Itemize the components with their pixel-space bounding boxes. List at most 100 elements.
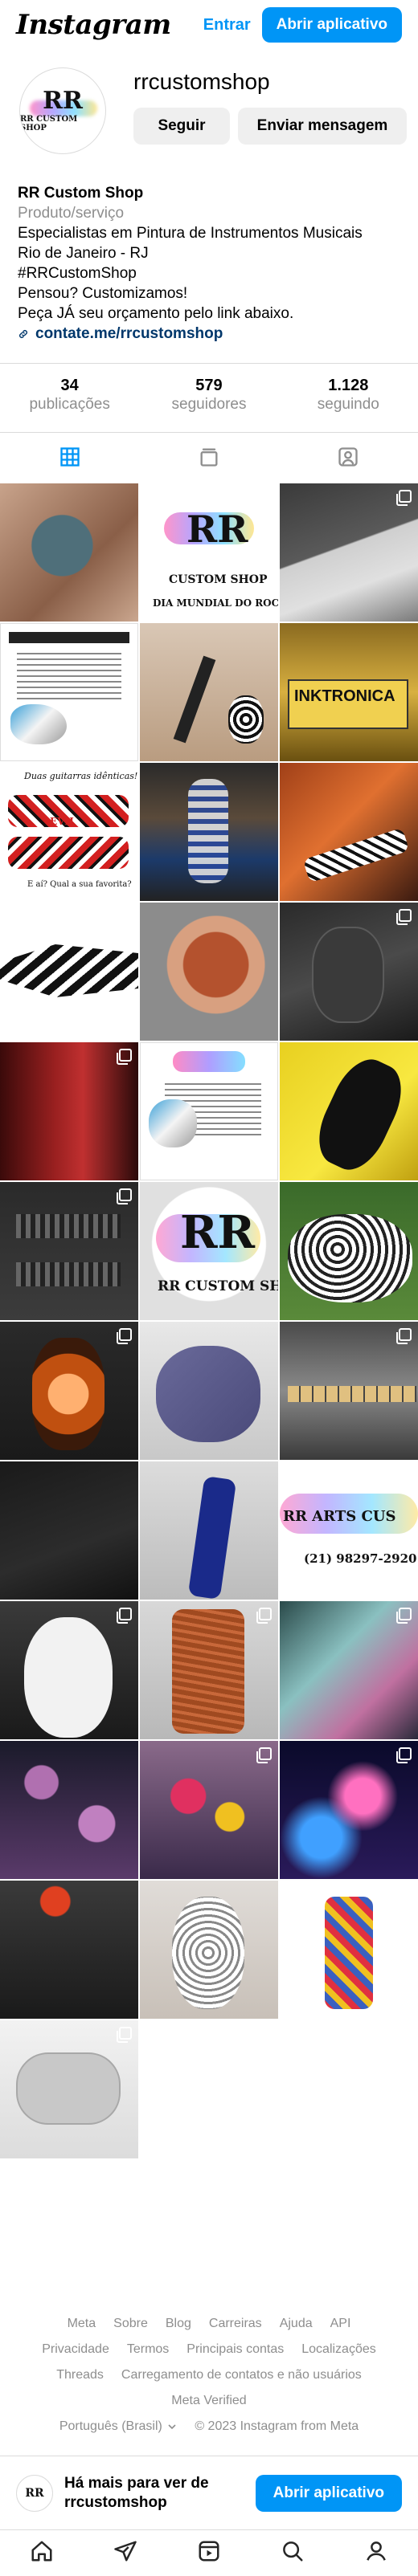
post-tile[interactable] bbox=[280, 763, 418, 901]
post-tile[interactable]: Duas guitarras idênticas! EVH E aí? Qual… bbox=[0, 763, 138, 901]
pickup-shape bbox=[16, 1214, 121, 1238]
search-icon bbox=[283, 2541, 303, 2562]
post-tile[interactable] bbox=[280, 1741, 418, 1879]
top-bar: Instagram Entrar Abrir aplicativo bbox=[0, 0, 418, 50]
footer-link[interactable]: Threads bbox=[56, 2362, 104, 2388]
post-tile[interactable] bbox=[140, 1461, 278, 1600]
message-button[interactable]: Enviar mensagem bbox=[238, 108, 407, 145]
footer-link[interactable]: Carreiras bbox=[209, 2311, 262, 2337]
post-tile[interactable] bbox=[0, 1322, 138, 1460]
footer-link[interactable]: Meta Verified bbox=[171, 2388, 246, 2414]
stat-value: 579 bbox=[195, 377, 223, 394]
banner-open-app-button[interactable]: Abrir aplicativo bbox=[255, 2474, 402, 2512]
footer-link[interactable]: Carregamento de contatos e não usuários bbox=[121, 2362, 362, 2388]
post-tile[interactable] bbox=[0, 1182, 138, 1320]
post-tile[interactable] bbox=[280, 1042, 418, 1180]
post-tile[interactable] bbox=[280, 903, 418, 1041]
post-tile[interactable] bbox=[280, 1182, 418, 1320]
post-tile[interactable]: RR RR CUSTOM SHOP bbox=[140, 1182, 278, 1320]
footer-link[interactable]: API bbox=[330, 2311, 351, 2337]
post-tile[interactable]: RR ARTS CUS (21) 98297-2920 bbox=[280, 1461, 418, 1600]
bottom-nav bbox=[0, 2529, 418, 2576]
post-tile[interactable] bbox=[140, 1741, 278, 1879]
post-tile[interactable] bbox=[280, 1322, 418, 1460]
language-select[interactable]: Português (Brasil) bbox=[59, 2414, 178, 2439]
post-tile[interactable] bbox=[0, 1042, 138, 1180]
profile-stats: 34 publicações 579 seguidores 1.128 segu… bbox=[0, 376, 418, 426]
post-tile[interactable] bbox=[140, 623, 278, 761]
footer-link[interactable]: Localizações bbox=[301, 2337, 376, 2362]
nav-profile[interactable] bbox=[364, 2539, 388, 2567]
carousel-icon bbox=[117, 1049, 132, 1065]
post-tile[interactable] bbox=[0, 1881, 138, 2019]
copyright: © 2023 Instagram from Meta bbox=[195, 2419, 359, 2433]
follow-button[interactable]: Seguir bbox=[133, 108, 230, 145]
post-tile[interactable]: INKTRONICA bbox=[280, 623, 418, 761]
carousel-icon bbox=[396, 1608, 412, 1624]
flyer-header bbox=[173, 1051, 245, 1072]
footer-link[interactable]: Privacidade bbox=[42, 2337, 109, 2362]
carousel-icon bbox=[396, 909, 412, 925]
bio-external-link[interactable]: contate.me/rrcustomshop bbox=[18, 324, 404, 344]
footer-link[interactable]: Blog bbox=[166, 2311, 191, 2337]
post-tile[interactable] bbox=[280, 483, 418, 622]
post-tile[interactable] bbox=[140, 1322, 278, 1460]
post-tile[interactable] bbox=[280, 1881, 418, 2019]
post-tile[interactable] bbox=[0, 623, 138, 761]
instagram-logo[interactable]: Instagram bbox=[16, 9, 171, 41]
send-icon bbox=[114, 2541, 137, 2562]
stat-value: 34 bbox=[60, 377, 79, 394]
post-tile[interactable]: RR CUSTOM SHOP DIA MUNDIAL DO ROCK bbox=[140, 483, 278, 622]
nav-reels[interactable] bbox=[197, 2539, 221, 2567]
post-tile[interactable] bbox=[0, 1741, 138, 1879]
guitar-shape bbox=[228, 695, 264, 744]
posts-grid: RR CUSTOM SHOP DIA MUNDIAL DO ROCK INKTR… bbox=[0, 483, 418, 2158]
login-button[interactable]: Entrar bbox=[203, 16, 251, 35]
grid-icon bbox=[59, 447, 80, 467]
footer-link[interactable]: Principais contas bbox=[186, 2337, 284, 2362]
footer-link[interactable]: Termos bbox=[127, 2337, 169, 2362]
nav-search[interactable] bbox=[281, 2539, 305, 2567]
avatar[interactable]: RR RR CUSTOM SHOP bbox=[19, 67, 106, 154]
post-tile[interactable] bbox=[0, 1461, 138, 1600]
link-icon bbox=[19, 329, 27, 338]
tab-tagged[interactable] bbox=[279, 434, 418, 480]
post-monogram: RR bbox=[186, 507, 248, 551]
home-icon bbox=[31, 2541, 52, 2562]
post-tile[interactable] bbox=[140, 1042, 278, 1180]
carousel-icon bbox=[117, 1188, 132, 1204]
guitar-shape bbox=[8, 837, 129, 869]
footer-link[interactable]: Ajuda bbox=[280, 2311, 313, 2337]
bio-line[interactable]: #RRCustomShop bbox=[18, 263, 404, 283]
post-tile[interactable] bbox=[280, 1601, 418, 1739]
open-app-button[interactable]: Abrir aplicativo bbox=[261, 7, 402, 43]
stat-label: seguidores bbox=[171, 396, 247, 413]
stat-followers[interactable]: 579 seguidores bbox=[139, 376, 278, 426]
profile-icon bbox=[367, 2541, 386, 2561]
footer-link[interactable]: Meta bbox=[68, 2311, 96, 2337]
post-tile[interactable] bbox=[140, 1881, 278, 2019]
post-tile[interactable] bbox=[140, 1601, 278, 1739]
stat-following[interactable]: 1.128 seguindo bbox=[279, 376, 418, 426]
nav-explore[interactable] bbox=[113, 2539, 137, 2567]
post-tile[interactable] bbox=[140, 903, 278, 1041]
banner-avatar: RR bbox=[16, 2474, 53, 2512]
post-tile[interactable] bbox=[140, 763, 278, 901]
bio-link-text[interactable]: contate.me/rrcustomshop bbox=[35, 324, 223, 344]
divider bbox=[0, 363, 418, 364]
post-tile[interactable] bbox=[0, 2020, 138, 2158]
banner-text: Há mais para ver de rrcustomshop bbox=[64, 2474, 209, 2511]
post-tile[interactable] bbox=[0, 1601, 138, 1739]
nav-home[interactable] bbox=[30, 2539, 54, 2567]
post-tile[interactable] bbox=[0, 903, 138, 1041]
tab-reels[interactable] bbox=[139, 434, 278, 480]
guitar-shape bbox=[307, 1050, 413, 1180]
tab-posts[interactable] bbox=[0, 434, 139, 480]
post-caption: Duas guitarras idênticas! bbox=[24, 771, 138, 781]
flip-flop bbox=[172, 1897, 244, 2009]
carousel-icon bbox=[117, 909, 132, 925]
post-phone: (21) 98297-2920 bbox=[304, 1551, 417, 1566]
profile-tabs bbox=[0, 434, 418, 480]
post-tile[interactable] bbox=[0, 483, 138, 622]
footer-link[interactable]: Sobre bbox=[113, 2311, 148, 2337]
